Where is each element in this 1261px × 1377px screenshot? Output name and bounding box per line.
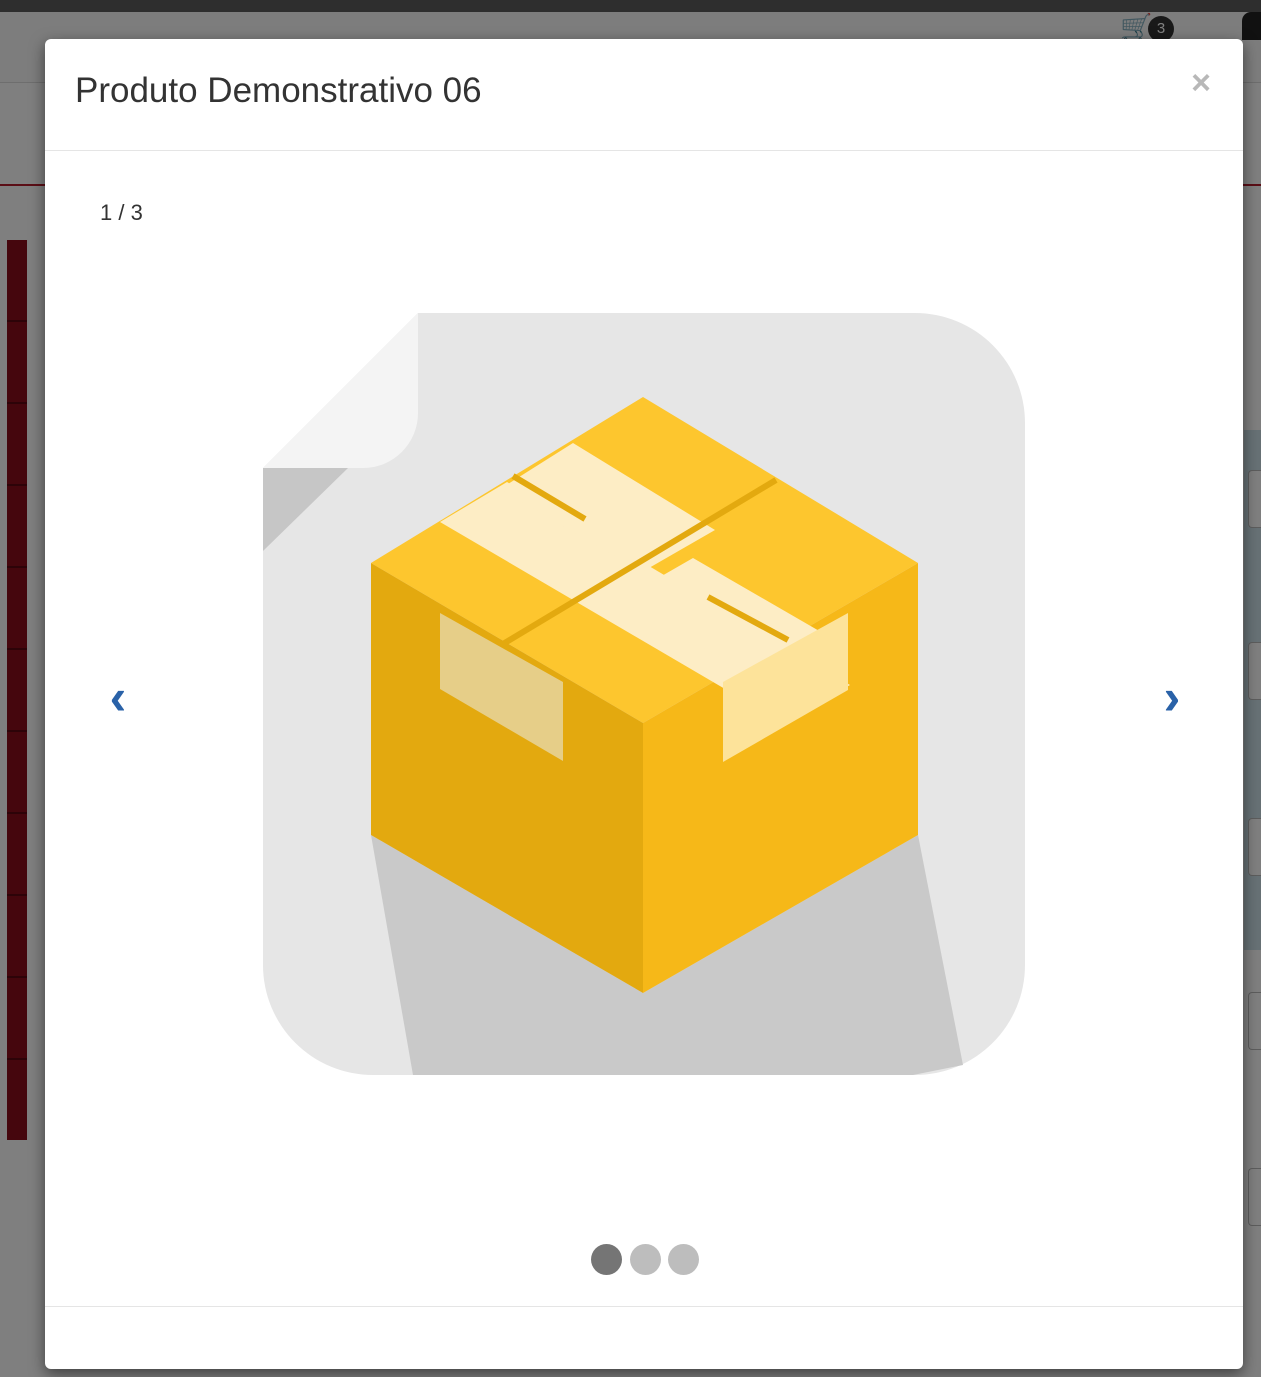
carousel-prev-button[interactable]: ‹ <box>98 667 138 737</box>
carousel-dot-1[interactable] <box>591 1244 622 1275</box>
carousel-indicators <box>591 1244 701 1276</box>
package-box-icon <box>263 313 1025 1075</box>
modal-footer <box>45 1306 1243 1370</box>
modal-title: Produto Demonstrativo 06 <box>75 71 482 110</box>
carousel-dot-3[interactable] <box>668 1244 699 1275</box>
carousel-dot-2[interactable] <box>630 1244 661 1275</box>
product-modal: Produto Demonstrativo 06 × 1 / 3 ‹ › <box>45 39 1243 1369</box>
slide-counter: 1 / 3 <box>100 200 143 225</box>
modal-header: Produto Demonstrativo 06 × <box>45 39 1243 151</box>
image-carousel: 1 / 3 ‹ › <box>45 151 1243 1306</box>
close-icon[interactable]: × <box>1185 66 1217 100</box>
carousel-next-button[interactable]: › <box>1152 667 1192 737</box>
